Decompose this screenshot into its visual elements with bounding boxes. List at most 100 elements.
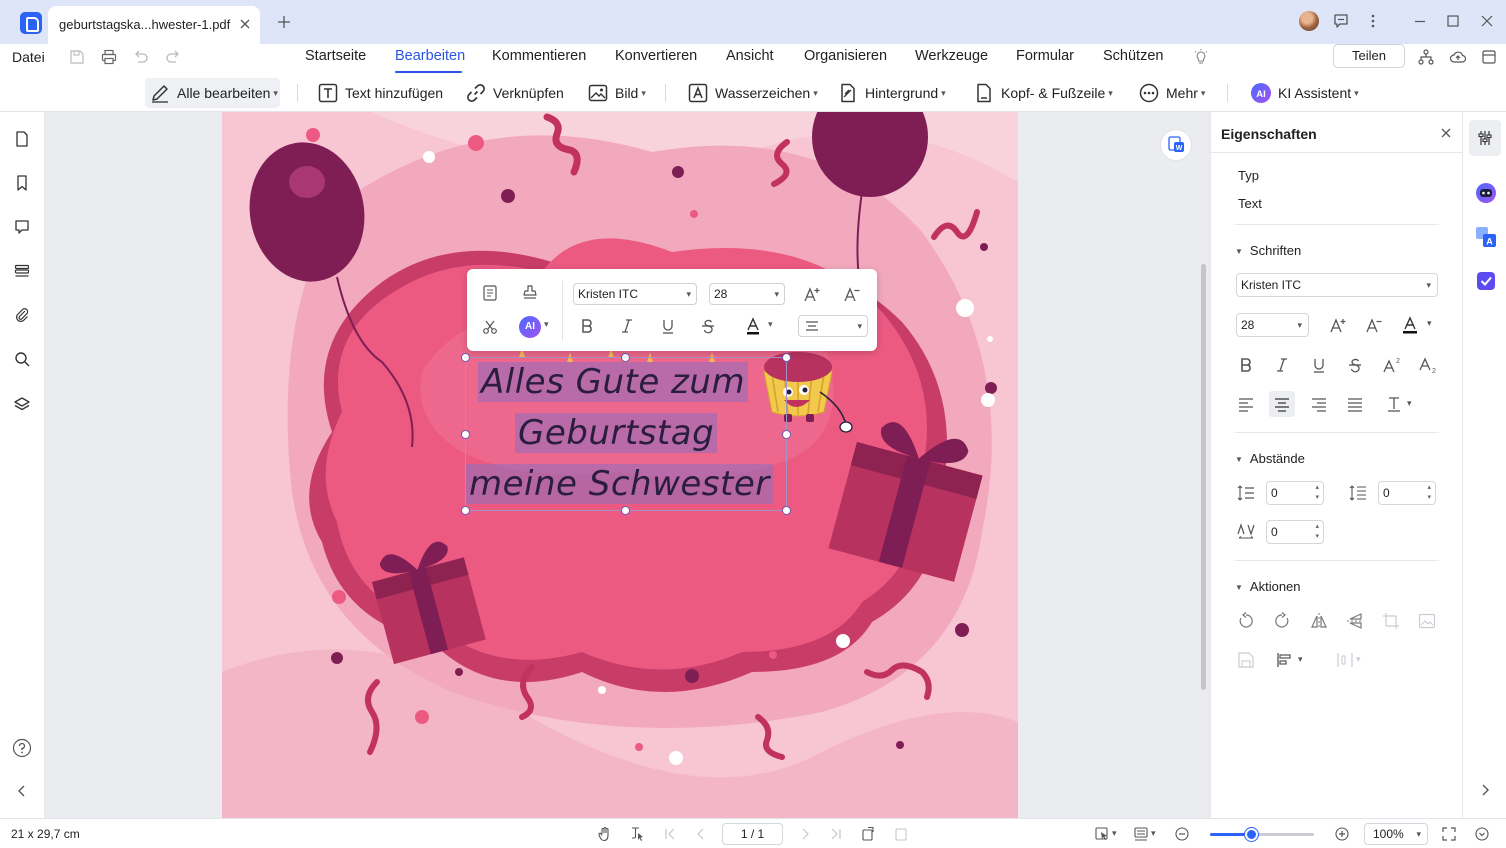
text-properties-icon[interactable] bbox=[481, 284, 499, 302]
resize-handle[interactable] bbox=[621, 353, 630, 362]
line-spacing-icon[interactable] bbox=[1236, 483, 1256, 503]
italic-icon[interactable] bbox=[618, 317, 636, 335]
rotate-left-icon[interactable] bbox=[1236, 611, 1256, 631]
resize-handle[interactable] bbox=[461, 506, 470, 515]
resize-handle[interactable] bbox=[461, 430, 470, 439]
align-right-icon[interactable] bbox=[1309, 394, 1329, 414]
ai-assistant-button[interactable]: AI KI Assistent ▾ bbox=[1250, 78, 1359, 108]
crop-icon[interactable] bbox=[1381, 611, 1401, 631]
search-icon[interactable] bbox=[13, 350, 31, 368]
translate-icon[interactable]: A bbox=[1475, 226, 1497, 248]
font-family-dropdown[interactable]: Kristen ITC ▾ bbox=[1236, 273, 1438, 297]
bold-icon[interactable] bbox=[578, 317, 596, 335]
tab-schuetzen[interactable]: Schützen bbox=[1103, 48, 1163, 64]
resize-handle[interactable] bbox=[782, 506, 791, 515]
zoom-in-icon[interactable] bbox=[1334, 826, 1350, 842]
share-button[interactable]: Teilen bbox=[1333, 44, 1405, 68]
ocr-stamp-icon[interactable] bbox=[521, 284, 539, 302]
task-check-icon[interactable] bbox=[1475, 270, 1497, 292]
subscript-icon[interactable]: 2 bbox=[1417, 355, 1437, 375]
expand-right-icon[interactable] bbox=[1478, 783, 1492, 797]
form-fields-icon[interactable] bbox=[13, 262, 31, 280]
last-page-icon[interactable] bbox=[828, 826, 844, 842]
tab-bearbeiten[interactable]: Bearbeiten bbox=[395, 48, 465, 64]
tab-konvertieren[interactable]: Konvertieren bbox=[615, 48, 697, 64]
page-number-field[interactable]: 1 / 1 bbox=[722, 823, 783, 845]
layers-icon[interactable] bbox=[13, 395, 31, 413]
lightbulb-icon[interactable] bbox=[1192, 48, 1210, 66]
resize-handle[interactable] bbox=[782, 430, 791, 439]
cut-icon[interactable] bbox=[481, 318, 499, 336]
zoom-slider-thumb[interactable] bbox=[1245, 828, 1259, 841]
ai-edit-button[interactable]: AI bbox=[519, 316, 541, 338]
next-page-icon[interactable] bbox=[797, 826, 813, 842]
edit-all-button[interactable]: Alle bearbeiten ▾ bbox=[145, 78, 280, 108]
font-color-icon[interactable] bbox=[1400, 315, 1420, 335]
new-tab-icon[interactable] bbox=[276, 14, 292, 30]
underline-icon[interactable] bbox=[659, 317, 677, 335]
cloud-upload-icon[interactable] bbox=[1449, 48, 1467, 66]
fullscreen-icon[interactable] bbox=[1441, 826, 1457, 842]
tab-startseite[interactable]: Startseite bbox=[305, 48, 366, 64]
chevron-down-icon[interactable]: ▾ bbox=[544, 319, 549, 330]
character-spacing-icon[interactable] bbox=[1236, 522, 1256, 542]
add-text-button[interactable]: Text hinzufügen bbox=[317, 78, 443, 108]
minimize-icon[interactable] bbox=[1411, 12, 1429, 30]
alignment-select[interactable]: ▾ bbox=[798, 315, 868, 337]
link-button[interactable]: Verknüpfen bbox=[465, 78, 564, 108]
save-icon[interactable] bbox=[68, 48, 86, 66]
page-layout-icon[interactable] bbox=[1133, 826, 1149, 842]
more-button[interactable]: Mehr ▾ bbox=[1138, 78, 1205, 108]
bold-icon[interactable] bbox=[1236, 355, 1256, 375]
zoom-level-select[interactable]: 100% ▾ bbox=[1364, 823, 1428, 845]
bookmark-icon[interactable] bbox=[13, 174, 31, 192]
font-size-select[interactable]: 28 ▾ bbox=[709, 283, 785, 305]
zoom-slider[interactable] bbox=[1210, 828, 1314, 841]
actions-section-header[interactable]: Aktionen bbox=[1235, 579, 1301, 594]
superscript-icon[interactable]: 2 bbox=[1381, 355, 1401, 375]
tab-organisieren[interactable]: Organisieren bbox=[804, 48, 887, 64]
strikethrough-icon[interactable] bbox=[1345, 355, 1365, 375]
increase-font-icon[interactable] bbox=[1328, 315, 1348, 335]
font-size-dropdown[interactable]: 28 ▾ bbox=[1236, 313, 1309, 337]
cursor-mode-icon[interactable] bbox=[1094, 826, 1110, 842]
scroll-down-icon[interactable] bbox=[1474, 826, 1490, 842]
chevron-down-icon[interactable]: ▾ bbox=[1151, 828, 1156, 839]
document-tab[interactable]: geburtstagska...hwester-1.pdf bbox=[48, 6, 260, 44]
align-objects-icon[interactable] bbox=[1274, 650, 1294, 670]
chevron-down-icon[interactable]: ▾ bbox=[1112, 828, 1117, 839]
tab-ansicht[interactable]: Ansicht bbox=[726, 48, 774, 64]
redo-icon[interactable] bbox=[164, 48, 182, 66]
image-button[interactable]: Bild ▾ bbox=[587, 78, 646, 108]
rotate-view-icon[interactable] bbox=[860, 826, 876, 842]
user-avatar[interactable] bbox=[1299, 11, 1319, 31]
decrease-font-icon[interactable] bbox=[1364, 315, 1384, 335]
close-panel-icon[interactable] bbox=[1440, 127, 1452, 139]
paragraph-spacing-input[interactable]: 0 ▴ ▾ bbox=[1378, 481, 1436, 505]
chevron-down-icon[interactable]: ▾ bbox=[1298, 654, 1303, 665]
flip-horizontal-icon[interactable] bbox=[1309, 611, 1329, 631]
text-direction-icon[interactable] bbox=[1385, 394, 1405, 414]
watermark-button[interactable]: Wasserzeichen ▾ bbox=[687, 78, 818, 108]
comment-icon[interactable] bbox=[13, 218, 31, 236]
paragraph-spacing-icon[interactable] bbox=[1348, 483, 1368, 503]
text-selection-box[interactable] bbox=[465, 357, 787, 511]
close-window-icon[interactable] bbox=[1478, 12, 1496, 30]
undo-icon[interactable] bbox=[132, 48, 150, 66]
replace-image-icon[interactable] bbox=[1417, 611, 1437, 631]
first-page-icon[interactable] bbox=[662, 826, 678, 842]
resize-handle[interactable] bbox=[461, 353, 470, 362]
previous-page-icon[interactable] bbox=[693, 826, 709, 842]
resize-handle[interactable] bbox=[782, 353, 791, 362]
zoom-out-icon[interactable] bbox=[1174, 826, 1190, 842]
align-center-button[interactable] bbox=[1269, 391, 1295, 417]
chevron-down-icon[interactable]: ▾ bbox=[768, 319, 773, 330]
tab-formular[interactable]: Formular bbox=[1016, 48, 1074, 64]
decrease-font-icon[interactable] bbox=[842, 284, 862, 304]
underline-icon[interactable] bbox=[1309, 355, 1329, 375]
collapse-left-icon[interactable] bbox=[15, 784, 29, 798]
select-tool-icon[interactable] bbox=[629, 826, 645, 842]
tab-kommentieren[interactable]: Kommentieren bbox=[492, 48, 586, 64]
properties-tab-button[interactable] bbox=[1469, 120, 1501, 156]
strikethrough-icon[interactable] bbox=[699, 317, 717, 335]
